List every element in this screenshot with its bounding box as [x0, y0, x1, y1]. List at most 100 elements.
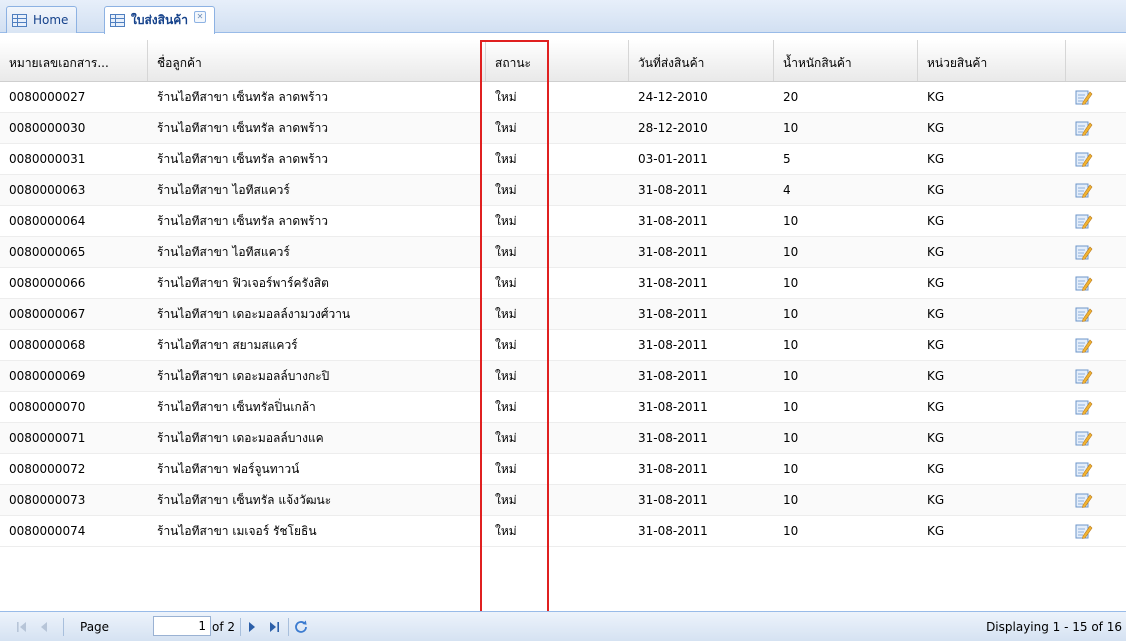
- cell-customer: ร้านไอทีสาขา เซ็นทรัลปิ่นเกล้า: [157, 400, 316, 414]
- cell-status: ใหม่: [495, 400, 517, 414]
- cell-weight: 10: [783, 462, 799, 476]
- cell-unit: KG: [927, 121, 945, 135]
- cell-doc-no: 0080000070: [9, 400, 86, 414]
- cell-ship-date: 31-08-2011: [638, 183, 708, 197]
- refresh-button[interactable]: [293, 619, 309, 635]
- edit-icon[interactable]: [1075, 89, 1093, 105]
- table-row[interactable]: 0080000065 ร้านไอทีสาขา ไอทีสแควร์ ใหม่ 31-…: [0, 237, 1126, 268]
- first-page-icon: [17, 622, 26, 632]
- cell-status: ใหม่: [495, 338, 517, 352]
- column-header-weight[interactable]: น้ำหนักสินค้า: [774, 40, 918, 81]
- cell-status: ใหม่: [495, 214, 517, 228]
- cell-doc-no: 0080000068: [9, 338, 86, 352]
- cell-customer: ร้านไอทีสาขา เซ็นทรัล ลาดพร้าว: [157, 152, 329, 166]
- cell-customer: ร้านไอทีสาขา เดอะมอลล์งามวงศ์วาน: [157, 307, 351, 321]
- cell-unit: KG: [927, 462, 945, 476]
- tab-delivery-note-label: ใบส่งสินค้า: [131, 13, 188, 27]
- cell-weight: 4: [783, 183, 791, 197]
- cell-weight: 10: [783, 431, 799, 445]
- table-row[interactable]: 0080000027 ร้านไอทีสาขา เซ็นทรัล ลาดพร้าว…: [0, 82, 1126, 113]
- cell-status: ใหม่: [495, 307, 517, 321]
- cell-doc-no: 0080000065: [9, 245, 86, 259]
- cell-ship-date: 31-08-2011: [638, 307, 708, 321]
- table-row[interactable]: 0080000064 ร้านไอทีสาขา เซ็นทรัล ลาดพร้าว…: [0, 206, 1126, 237]
- next-page-button[interactable]: [244, 619, 260, 635]
- column-header-ship-date[interactable]: วันที่ส่งสินค้า: [629, 40, 774, 81]
- cell-doc-no: 0080000069: [9, 369, 86, 383]
- edit-icon[interactable]: [1075, 151, 1093, 167]
- page-count-label: of 2: [212, 620, 236, 634]
- grid-body: 0080000027 ร้านไอทีสาขา เซ็นทรัล ลาดพร้าว…: [0, 82, 1126, 547]
- cell-status: ใหม่: [495, 152, 517, 166]
- table-row[interactable]: 0080000070 ร้านไอทีสาขา เซ็นทรัลปิ่นเกล้า…: [0, 392, 1126, 423]
- cell-doc-no: 0080000066: [9, 276, 86, 290]
- page-number-input[interactable]: [153, 616, 211, 636]
- edit-icon[interactable]: [1075, 492, 1093, 508]
- table-row[interactable]: 0080000068 ร้านไอทีสาขา สยามสแควร์ ใหม่ 31-…: [0, 330, 1126, 361]
- column-header-status[interactable]: สถานะ: [486, 40, 629, 81]
- cell-customer: ร้านไอทีสาขา ฟิวเจอร์พาร์ครังสิต: [157, 276, 329, 290]
- cell-customer: ร้านไอทีสาขา สยามสแควร์: [157, 338, 298, 352]
- column-header-doc-no[interactable]: หมายเลขเอกสาร...: [0, 40, 148, 81]
- grid-icon: [12, 13, 27, 27]
- edit-icon[interactable]: [1075, 275, 1093, 291]
- next-page-icon: [249, 622, 255, 632]
- column-header-actions: [1066, 40, 1126, 81]
- cell-customer: ร้านไอทีสาขา เซ็นทรัล ลาดพร้าว: [157, 214, 329, 228]
- cell-weight: 10: [783, 400, 799, 414]
- table-row[interactable]: 0080000072 ร้านไอทีสาขา ฟอร์จูนทาวน์ ใหม่ 3…: [0, 454, 1126, 485]
- cell-ship-date: 31-08-2011: [638, 214, 708, 228]
- cell-ship-date: 31-08-2011: [638, 338, 708, 352]
- table-row[interactable]: 0080000031 ร้านไอทีสาขา เซ็นทรัล ลาดพร้าว…: [0, 144, 1126, 175]
- toolbar-separator: [63, 618, 64, 636]
- column-header-unit[interactable]: หน่วยสินค้า: [918, 40, 1066, 81]
- cell-weight: 10: [783, 369, 799, 383]
- cell-ship-date: 31-08-2011: [638, 462, 708, 476]
- edit-icon[interactable]: [1075, 244, 1093, 260]
- grid-icon: [110, 14, 125, 27]
- edit-icon[interactable]: [1075, 213, 1093, 229]
- cell-doc-no: 0080000063: [9, 183, 86, 197]
- tab-delivery-note[interactable]: ใบส่งสินค้า ✕: [104, 6, 215, 34]
- cell-weight: 10: [783, 338, 799, 352]
- edit-icon[interactable]: [1075, 368, 1093, 384]
- table-row[interactable]: 0080000067 ร้านไอทีสาขา เดอะมอลล์งามวงศ์ว…: [0, 299, 1126, 330]
- cell-ship-date: 31-08-2011: [638, 431, 708, 445]
- table-row[interactable]: 0080000066 ร้านไอทีสาขา ฟิวเจอร์พาร์ครังส…: [0, 268, 1126, 299]
- first-page-button[interactable]: [14, 619, 30, 635]
- column-header-customer[interactable]: ชื่อลูกค้า: [148, 40, 486, 81]
- table-row[interactable]: 0080000063 ร้านไอทีสาขา ไอทีสแควร์ ใหม่ 31-…: [0, 175, 1126, 206]
- prev-page-button[interactable]: [36, 619, 52, 635]
- cell-doc-no: 0080000031: [9, 152, 86, 166]
- cell-customer: ร้านไอทีสาขา เซ็นทรัล แจ้งวัฒนะ: [157, 493, 332, 507]
- refresh-icon: [295, 620, 307, 633]
- cell-doc-no: 0080000067: [9, 307, 86, 321]
- edit-icon[interactable]: [1075, 306, 1093, 322]
- cell-weight: 10: [783, 245, 799, 259]
- cell-unit: KG: [927, 307, 945, 321]
- edit-icon[interactable]: [1075, 337, 1093, 353]
- cell-doc-no: 0080000027: [9, 90, 86, 104]
- edit-icon[interactable]: [1075, 120, 1093, 136]
- cell-unit: KG: [927, 214, 945, 228]
- edit-icon[interactable]: [1075, 182, 1093, 198]
- table-row[interactable]: 0080000073 ร้านไอทีสาขา เซ็นทรัล แจ้งวัฒน…: [0, 485, 1126, 516]
- cell-status: ใหม่: [495, 462, 517, 476]
- cell-status: ใหม่: [495, 431, 517, 445]
- tab-home[interactable]: Home: [6, 6, 78, 33]
- edit-icon[interactable]: [1075, 399, 1093, 415]
- table-row[interactable]: 0080000071 ร้านไอทีสาขา เดอะมอลล์บางแค ใหม…: [0, 423, 1126, 454]
- edit-icon[interactable]: [1075, 430, 1093, 446]
- table-row[interactable]: 0080000069 ร้านไอทีสาขา เดอะมอลล์บางกะปิ ใ…: [0, 361, 1126, 392]
- edit-icon[interactable]: [1075, 461, 1093, 477]
- cell-unit: KG: [927, 369, 945, 383]
- edit-icon[interactable]: [1075, 523, 1093, 539]
- cell-ship-date: 31-08-2011: [638, 400, 708, 414]
- cell-weight: 10: [783, 276, 799, 290]
- cell-unit: KG: [927, 431, 945, 445]
- table-row[interactable]: 0080000030 ร้านไอทีสาขา เซ็นทรัล ลาดพร้าว…: [0, 113, 1126, 144]
- last-page-button[interactable]: [266, 619, 282, 635]
- table-row[interactable]: 0080000074 ร้านไอทีสาขา เมเจอร์ รัชโยธิน ใ…: [0, 516, 1126, 547]
- cell-doc-no: 0080000064: [9, 214, 86, 228]
- close-icon[interactable]: ✕: [193, 10, 206, 23]
